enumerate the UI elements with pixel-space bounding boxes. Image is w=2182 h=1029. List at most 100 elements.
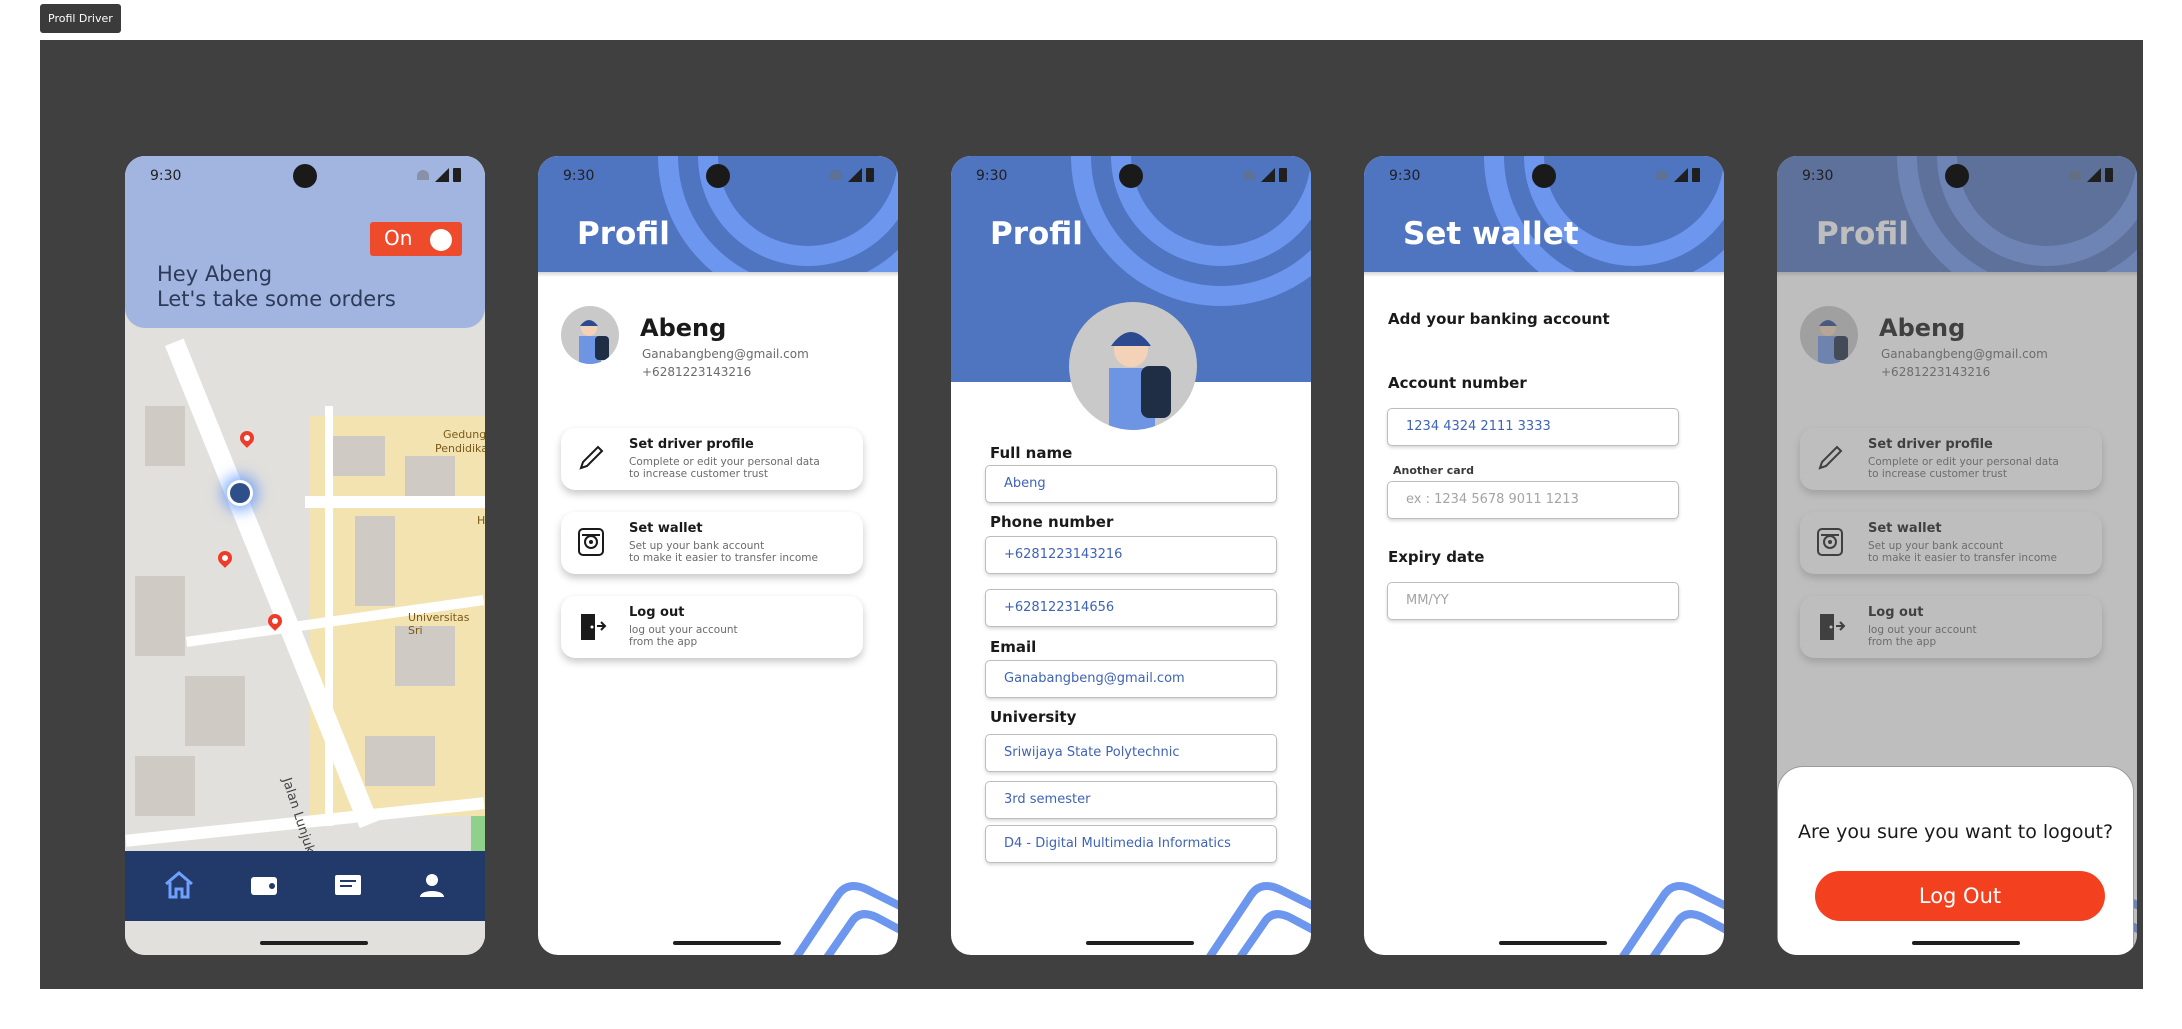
chat-icon (335, 875, 361, 895)
map-block (365, 736, 435, 786)
map-label: Gedung (443, 428, 485, 441)
account-number-field[interactable]: 1234 4324 2111 3333 (1387, 408, 1679, 446)
wallet-safe-icon (578, 528, 604, 556)
tab-home[interactable] (161, 867, 197, 903)
expiry-date-label: Expiry date (1388, 548, 1485, 566)
field-value: +6281223143216 (1004, 547, 1123, 562)
field-placeholder: MM/YY (1406, 593, 1449, 608)
home-indicator (673, 941, 781, 945)
menu-log-out[interactable]: Log out log out your account from the app (561, 596, 863, 658)
page-title: Profil (577, 216, 670, 252)
university-field[interactable]: Sriwijaya State Polytechnic (985, 734, 1277, 772)
map-road (325, 406, 333, 826)
field-value: Abeng (1004, 476, 1046, 491)
wifi-icon (830, 170, 842, 180)
logout-question: Are you sure you want to logout? (1797, 821, 2114, 843)
header-shadow (1364, 272, 1724, 277)
driver-name: Abeng (640, 314, 727, 342)
status-time: 9:30 (150, 168, 182, 184)
status-icons (2069, 168, 2115, 182)
camera-cutout (1945, 164, 1969, 188)
home-icon (165, 871, 193, 899)
profile-screen: Profil 9:30 Abeng Ganabangbeng@gmail.com… (538, 156, 898, 955)
decorative-lines (1619, 882, 1724, 955)
camera-cutout (293, 164, 317, 188)
wifi-icon (417, 170, 429, 180)
avatar[interactable] (1069, 302, 1197, 430)
menu-description-line: from the app (629, 636, 698, 648)
menu-set-wallet[interactable]: Set wallet Set up your bank account to ma… (561, 512, 863, 574)
menu-title: Set wallet (629, 521, 703, 536)
expiry-date-field[interactable]: MM/YY (1387, 582, 1679, 620)
wifi-icon (1656, 170, 1668, 180)
signal-icon (2087, 168, 2101, 182)
camera-cutout (1119, 164, 1143, 188)
toggle-label: On (384, 226, 413, 250)
tab-profile[interactable] (414, 867, 450, 903)
battery-icon (453, 168, 461, 182)
logout-button[interactable]: Log Out (1815, 871, 2105, 921)
another-card-label: Another card (1393, 464, 1474, 477)
avatar[interactable] (561, 306, 619, 364)
greeting-line-2: Let's take some orders (157, 287, 396, 311)
home-indicator (260, 941, 368, 945)
logout-confirm-screen: Profil 9:30 Abeng Ganabangbeng@gmail.com… (1777, 156, 2137, 955)
order-pin-icon[interactable] (215, 548, 235, 568)
menu-description-line: Complete or edit your personal data (629, 456, 820, 468)
status-bar: 9:30 (538, 156, 898, 196)
park-area (471, 816, 485, 856)
field-placeholder: ex : 1234 5678 9011 1213 (1406, 492, 1579, 507)
order-pin-icon[interactable] (237, 428, 257, 448)
semester-field[interactable]: 3rd semester (985, 781, 1277, 819)
field-value: +628122314656 (1004, 600, 1115, 615)
menu-title: Set driver profile (629, 437, 754, 452)
email-field[interactable]: Ganabangbeng@gmail.com (985, 660, 1277, 698)
phone-field-2[interactable]: +628122314656 (985, 589, 1277, 627)
map-block (135, 576, 185, 656)
map-label: Pendidikan (435, 442, 485, 455)
field-value: 3rd semester (1004, 792, 1091, 807)
status-bar: 9:30 (1777, 156, 2137, 196)
wallet-subtitle: Add your banking account (1388, 310, 1610, 328)
map-block (135, 756, 195, 816)
field-value: 1234 4324 2111 3333 (1406, 419, 1551, 434)
page-title: Profil (990, 216, 1083, 252)
status-time: 9:30 (976, 168, 1008, 184)
home-screen: Gedung Pendidikan Universitas Sri H Jala… (125, 156, 485, 955)
tab-wallet[interactable] (246, 867, 282, 903)
menu-title: Log out (629, 605, 685, 620)
tab-chat[interactable] (330, 867, 366, 903)
university-label: University (990, 708, 1077, 726)
signal-icon (435, 168, 449, 182)
home-indicator (1912, 941, 2020, 945)
battery-icon (1692, 168, 1700, 182)
wifi-icon (2069, 170, 2081, 180)
status-bar: 9:30 (125, 156, 485, 196)
driver-email: Ganabangbeng@gmail.com (642, 347, 809, 361)
logout-door-icon (581, 614, 607, 640)
full-name-field[interactable]: Abeng (985, 465, 1277, 503)
current-location-icon (230, 483, 250, 503)
driver-avatar-icon (579, 320, 609, 364)
menu-description-line: log out your account (629, 624, 738, 636)
map-block (145, 406, 185, 466)
menu-set-driver-profile[interactable]: Set driver profile Complete or edit your… (561, 428, 863, 490)
map-label: Universitas Sri (408, 611, 470, 637)
signal-icon (1674, 168, 1688, 182)
field-value: Ganabangbeng@gmail.com (1004, 671, 1185, 686)
another-card-field[interactable]: ex : 1234 5678 9011 1213 (1387, 481, 1679, 519)
phone-field-1[interactable]: +6281223143216 (985, 536, 1277, 574)
status-time: 9:30 (563, 168, 595, 184)
online-toggle[interactable]: On (370, 222, 462, 256)
edit-profile-screen: Profil 9:30 Full name Abeng Phone number… (951, 156, 1311, 955)
bottom-tab-bar (125, 851, 485, 921)
signal-icon (1261, 168, 1275, 182)
menu-description: log out your account from the app (629, 624, 849, 648)
header-shadow (538, 272, 898, 277)
status-bar: 9:30 (1364, 156, 1724, 196)
account-number-label: Account number (1388, 374, 1527, 392)
status-icons (417, 168, 463, 182)
battery-icon (2105, 168, 2113, 182)
logout-dialog: Are you sure you want to logout? Log Out (1777, 766, 2134, 955)
status-icons (1243, 168, 1289, 182)
